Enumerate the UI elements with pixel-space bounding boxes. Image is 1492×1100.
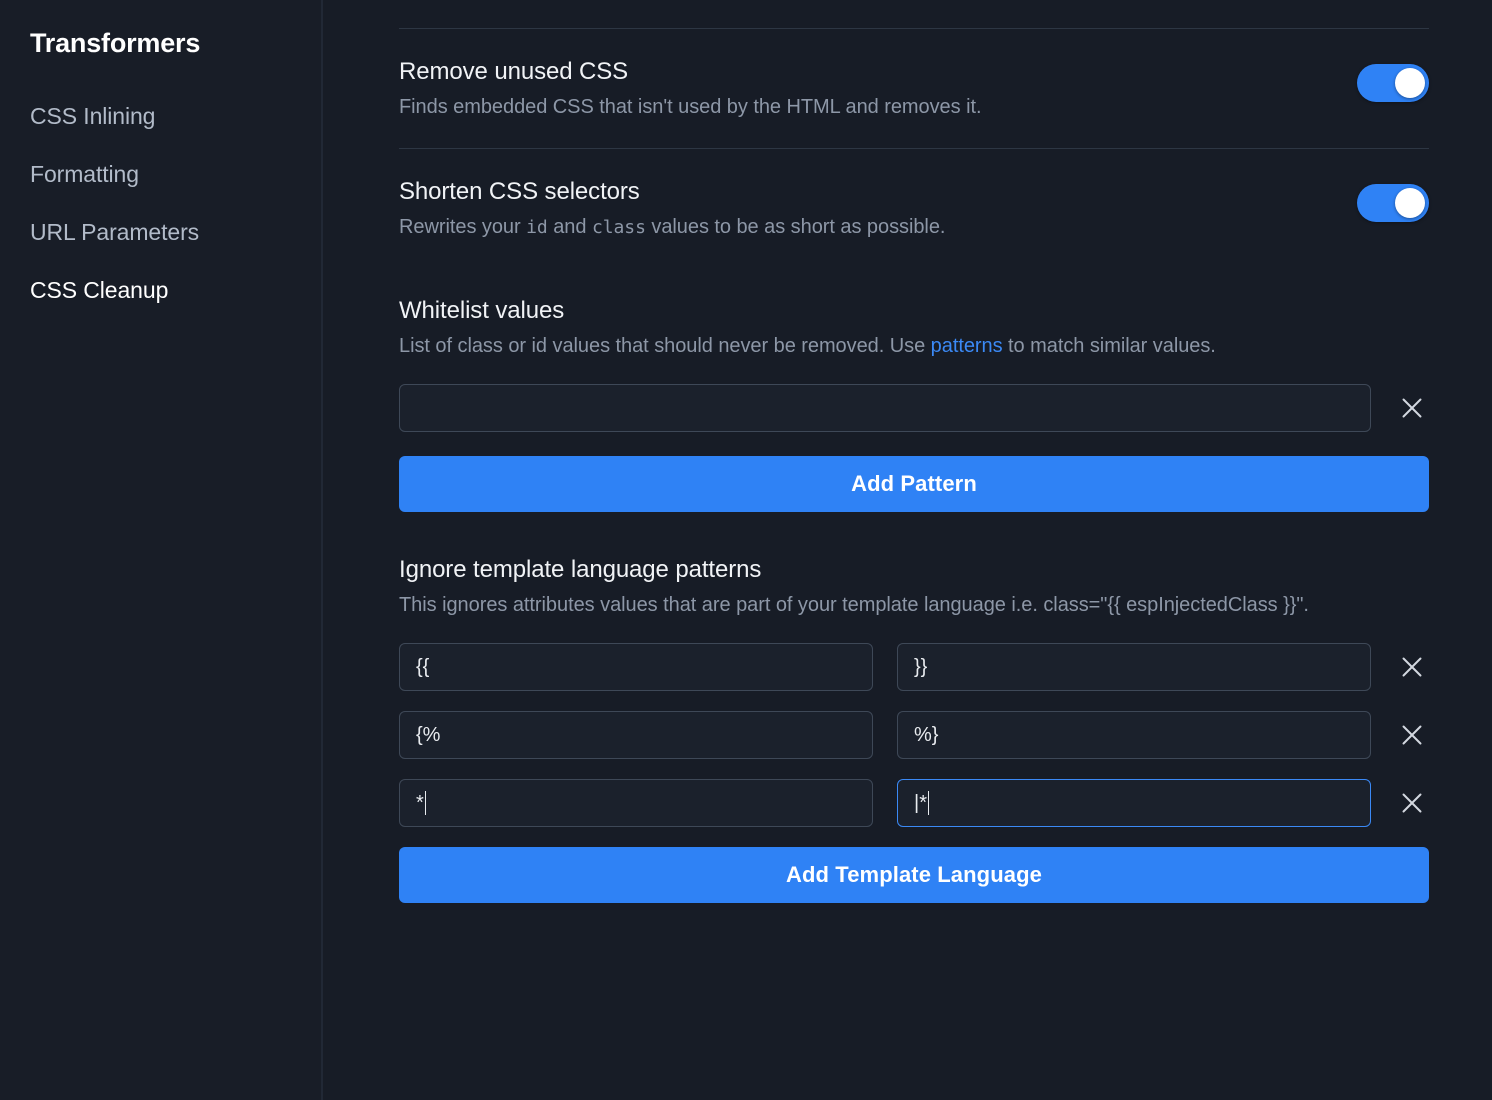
template-language-section: Ignore template language patterns This i…: [399, 512, 1429, 903]
template-language-title: Ignore template language patterns: [399, 556, 762, 583]
add-pattern-button[interactable]: Add Pattern: [399, 456, 1429, 512]
desc-code-class: class: [591, 217, 646, 238]
template-close-delimiter-input-1[interactable]: [897, 643, 1371, 691]
sidebar: Transformers CSS Inlining Formatting URL…: [0, 0, 323, 1100]
text-caret: [424, 791, 427, 815]
template-close-delimiter-value-3: |*: [914, 791, 927, 814]
template-language-row: [399, 711, 1429, 759]
toggle-shorten-css-selectors[interactable]: [1357, 184, 1429, 222]
toggle-remove-unused-css[interactable]: [1357, 64, 1429, 102]
whitelist-desc-text-2: to match similar values.: [1002, 335, 1216, 357]
template-open-delimiter-input-3[interactable]: *: [399, 779, 873, 827]
remove-template-language-row-icon[interactable]: [1395, 650, 1429, 684]
template-close-delimiter-input-2[interactable]: [897, 711, 1371, 759]
sidebar-item-formatting[interactable]: Formatting: [0, 145, 321, 203]
whitelist-values-section: Whitelist values List of class or id val…: [399, 269, 1429, 512]
desc-text-3: values to be as short as possible.: [645, 216, 946, 238]
template-open-delimiter-input-2[interactable]: [399, 711, 873, 759]
template-language-row: * |*: [399, 779, 1429, 827]
template-language-description: This ignores attributes values that are …: [399, 594, 1309, 616]
main-content: Remove unused CSS Finds embedded CSS tha…: [323, 0, 1492, 1100]
desc-text-2: and: [547, 216, 592, 238]
remove-template-language-row-icon[interactable]: [1395, 718, 1429, 752]
setting-row-shorten-css-selectors: Shorten CSS selectors Rewrites your id a…: [399, 149, 1429, 269]
whitelist-description: List of class or id values that should n…: [399, 329, 1379, 364]
whitelist-title: Whitelist values: [399, 297, 565, 324]
whitelist-input-row: [399, 384, 1429, 432]
setting-row-remove-unused-css: Remove unused CSS Finds embedded CSS tha…: [399, 29, 1429, 148]
setting-description-shorten-css-selectors: Rewrites your id and class values to be …: [399, 212, 945, 243]
desc-text-1: Rewrites your: [399, 216, 527, 238]
sidebar-item-css-inlining[interactable]: CSS Inlining: [0, 87, 321, 145]
template-language-row: [399, 643, 1429, 691]
whitelist-desc-text-1: List of class or id values that should n…: [399, 335, 931, 357]
setting-description-remove-unused-css: Finds embedded CSS that isn't used by th…: [399, 96, 982, 118]
desc-code-id: id: [526, 217, 548, 238]
whitelist-value-input[interactable]: [399, 384, 1371, 432]
sidebar-item-url-parameters[interactable]: URL Parameters: [0, 203, 321, 261]
settings-page: Transformers CSS Inlining Formatting URL…: [0, 0, 1492, 1100]
patterns-link[interactable]: patterns: [931, 335, 1003, 357]
template-close-delimiter-input-3[interactable]: |*: [897, 779, 1371, 827]
setting-title-shorten-css-selectors: Shorten CSS selectors: [399, 178, 640, 205]
sidebar-nav: CSS Inlining Formatting URL Parameters C…: [0, 87, 321, 319]
template-open-delimiter-value-3: *: [416, 791, 424, 814]
template-open-delimiter-input-1[interactable]: [399, 643, 873, 691]
setting-title-remove-unused-css: Remove unused CSS: [399, 58, 629, 85]
add-template-language-button[interactable]: Add Template Language: [399, 847, 1429, 903]
remove-whitelist-row-icon[interactable]: [1395, 391, 1429, 425]
toggle-knob: [1395, 68, 1425, 98]
text-caret: [927, 791, 930, 815]
sidebar-title: Transformers: [30, 28, 201, 58]
toggle-knob: [1395, 188, 1425, 218]
remove-template-language-row-icon[interactable]: [1395, 786, 1429, 820]
sidebar-item-css-cleanup[interactable]: CSS Cleanup: [0, 261, 321, 319]
